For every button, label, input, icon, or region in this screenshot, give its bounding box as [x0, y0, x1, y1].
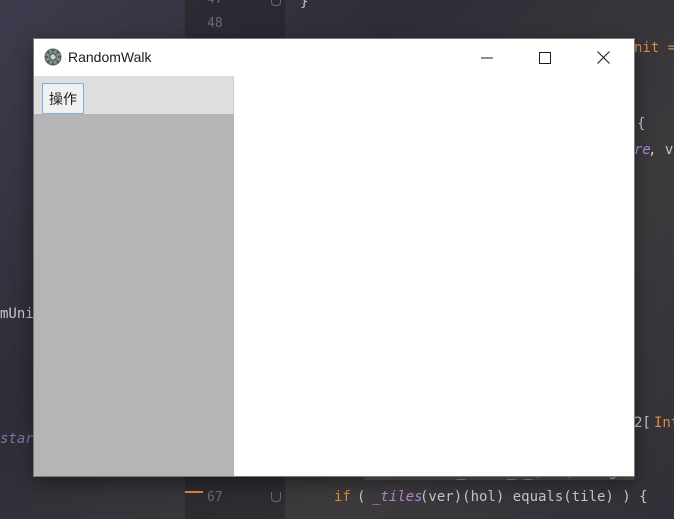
- fold-icon: [271, 492, 281, 502]
- code-fragment: nit =: [634, 40, 674, 56]
- maximize-button[interactable]: [516, 39, 574, 76]
- line-number: 67: [207, 490, 223, 505]
- code-fragment: 2[: [634, 415, 651, 431]
- line-number: 48: [207, 16, 223, 31]
- ide-caret-marker: [185, 491, 203, 493]
- code-fragment: }: [300, 0, 309, 10]
- code-fragment: Int: [654, 415, 674, 431]
- maximize-icon: [539, 51, 551, 64]
- minimize-button[interactable]: [458, 39, 516, 76]
- app-gear-icon: [44, 48, 62, 66]
- randomwalk-window: RandomWalk 操作: [34, 39, 634, 476]
- close-icon: [596, 51, 610, 64]
- toolbar: 操作: [34, 76, 234, 114]
- line-number: 47: [207, 0, 223, 7]
- fold-icon: [271, 0, 281, 6]
- title-bar[interactable]: RandomWalk: [34, 39, 634, 76]
- code-fragment: (ver)(hol) equals(tile) ) {: [420, 489, 648, 505]
- code-fragment: _tiles: [372, 489, 423, 505]
- window-title: RandomWalk: [68, 49, 152, 65]
- operation-button[interactable]: 操作: [42, 83, 84, 114]
- code-fragment: , ve: [648, 142, 674, 158]
- close-button[interactable]: [574, 39, 632, 76]
- code-fragment: if: [334, 489, 351, 505]
- walk-canvas[interactable]: [234, 76, 634, 476]
- minimize-icon: [481, 57, 493, 58]
- code-fragment: {: [637, 116, 646, 132]
- control-panel: 操作: [34, 76, 234, 476]
